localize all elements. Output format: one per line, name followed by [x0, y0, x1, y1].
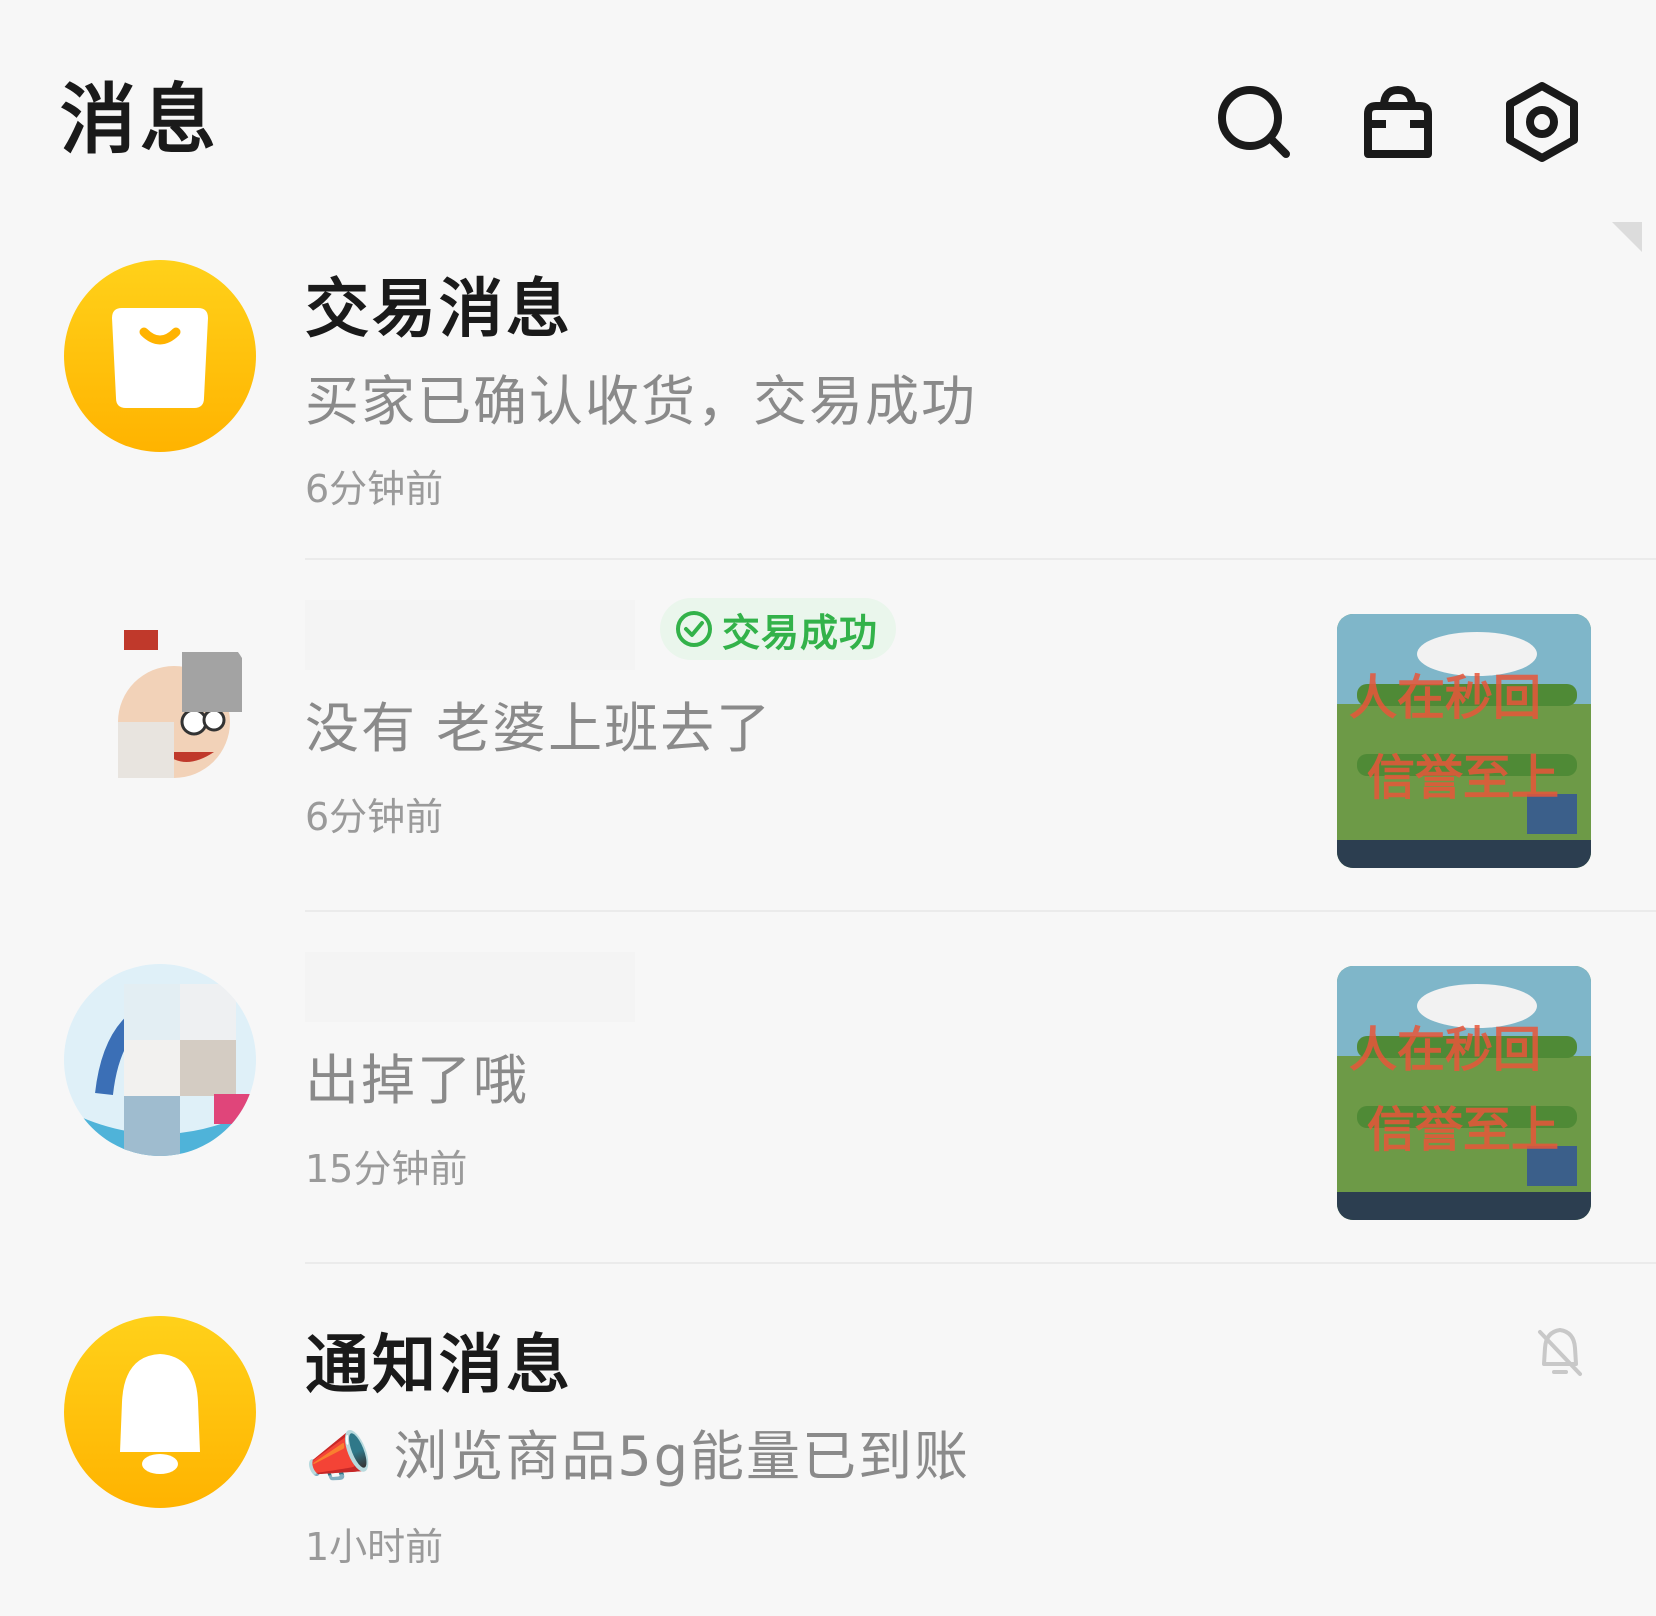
- thumbnail-text-2: 信誉至上: [1367, 750, 1559, 806]
- name-redaction: [305, 600, 635, 670]
- mute-bell-icon: [1538, 1328, 1582, 1376]
- message-preview: 📣 浏览商品5g能量已到账: [305, 1422, 970, 1492]
- message-preview: 没有 老婆上班去了: [305, 697, 773, 760]
- thumbnail-text-1: 人在秒回: [1349, 670, 1541, 726]
- message-row-chat-2[interactable]: 出掉了哦 15分钟前 人在秒回 信誉至上: [0, 912, 1656, 1264]
- message-time: 15分钟前: [305, 1147, 468, 1191]
- shopping-bag-icon: [64, 260, 256, 452]
- user-avatar: [64, 612, 256, 804]
- header-bar: 消息: [0, 0, 1656, 220]
- status-badge: 交易成功: [660, 598, 897, 660]
- item-thumbnail[interactable]: 人在秒回 信誉至上: [1337, 614, 1591, 868]
- preview-text: 浏览商品5g能量已到账: [393, 1425, 971, 1488]
- message-row-notice[interactable]: 通知消息 📣 浏览商品5g能量已到账 1小时前: [0, 1264, 1656, 1616]
- message-row-trade[interactable]: 交易消息 买家已确认收货，交易成功 6分钟前: [0, 232, 1656, 584]
- page-title: 消息: [60, 75, 220, 164]
- message-time: 6分钟前: [305, 467, 444, 511]
- search-icon[interactable]: [1212, 80, 1296, 164]
- message-title: 通知消息: [305, 1329, 573, 1403]
- thumbnail-text-1: 人在秒回: [1349, 1022, 1541, 1078]
- message-preview: 出掉了哦: [305, 1049, 529, 1112]
- badge-label: 交易成功: [722, 610, 879, 655]
- bag-icon[interactable]: [1356, 80, 1440, 164]
- settings-icon[interactable]: [1500, 80, 1584, 164]
- message-preview: 买家已确认收货，交易成功: [305, 370, 977, 433]
- name-redaction: [305, 952, 635, 1022]
- message-title: 交易消息: [305, 273, 573, 347]
- user-avatar: [64, 964, 256, 1156]
- message-row-chat-1[interactable]: 交易成功 没有 老婆上班去了 6分钟前 人在秒回 信誉至上: [0, 560, 1656, 912]
- item-thumbnail[interactable]: 人在秒回 信誉至上: [1337, 966, 1591, 1220]
- thumbnail-text-2: 信誉至上: [1367, 1102, 1559, 1158]
- megaphone-icon: 📣: [305, 1425, 375, 1488]
- bell-icon: [64, 1316, 256, 1508]
- message-time: 1小时前: [305, 1525, 444, 1569]
- message-time: 6分钟前: [305, 795, 444, 839]
